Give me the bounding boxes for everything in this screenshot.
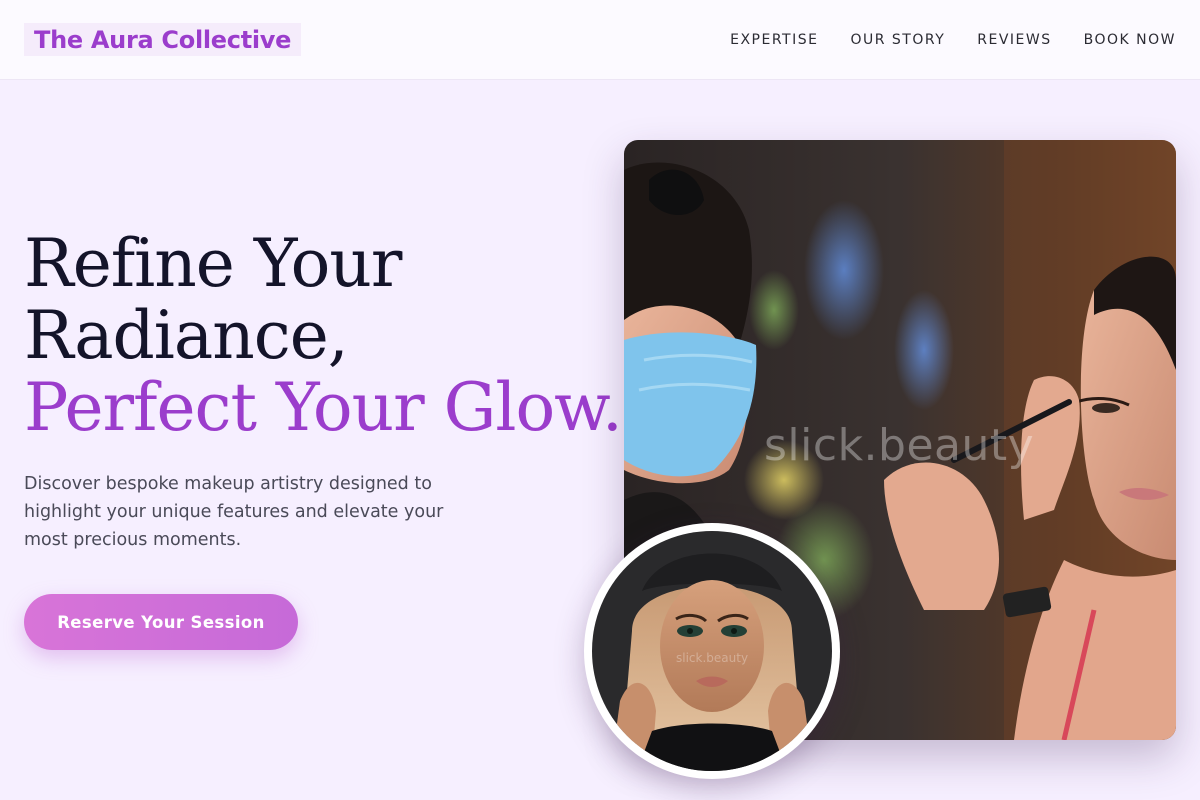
hero-subtext: Discover bespoke makeup artistry designe… — [24, 474, 444, 550]
brand-logo[interactable]: The Aura Collective — [24, 23, 302, 56]
headline-line-1: Refine Your — [24, 225, 402, 302]
headline-accent: Perfect Your Glow. — [24, 369, 623, 446]
nav-link-reviews[interactable]: REVIEWS — [977, 30, 1051, 50]
portrait-image-model: slick.beauty — [592, 531, 832, 771]
nav-link-book-now[interactable]: BOOK NOW — [1084, 30, 1176, 50]
site-header: The Aura Collective EXPERTISE OUR STORY … — [0, 0, 1200, 80]
nav-link-expertise[interactable]: EXPERTISE — [730, 30, 818, 50]
hero-headline: Refine Your Radiance, Perfect Your Glow. — [24, 225, 623, 446]
headline-line-2: Radiance, — [24, 297, 349, 374]
main-nav: EXPERTISE OUR STORY REVIEWS BOOK NOW — [730, 30, 1176, 50]
main-image-watermark: slick.beauty — [764, 420, 1035, 471]
portrait-watermark: slick.beauty — [676, 651, 749, 665]
nav-link-our-story[interactable]: OUR STORY — [850, 30, 945, 50]
reserve-session-button[interactable]: Reserve Your Session — [24, 594, 298, 650]
portrait-circle-frame: slick.beauty — [584, 523, 840, 779]
